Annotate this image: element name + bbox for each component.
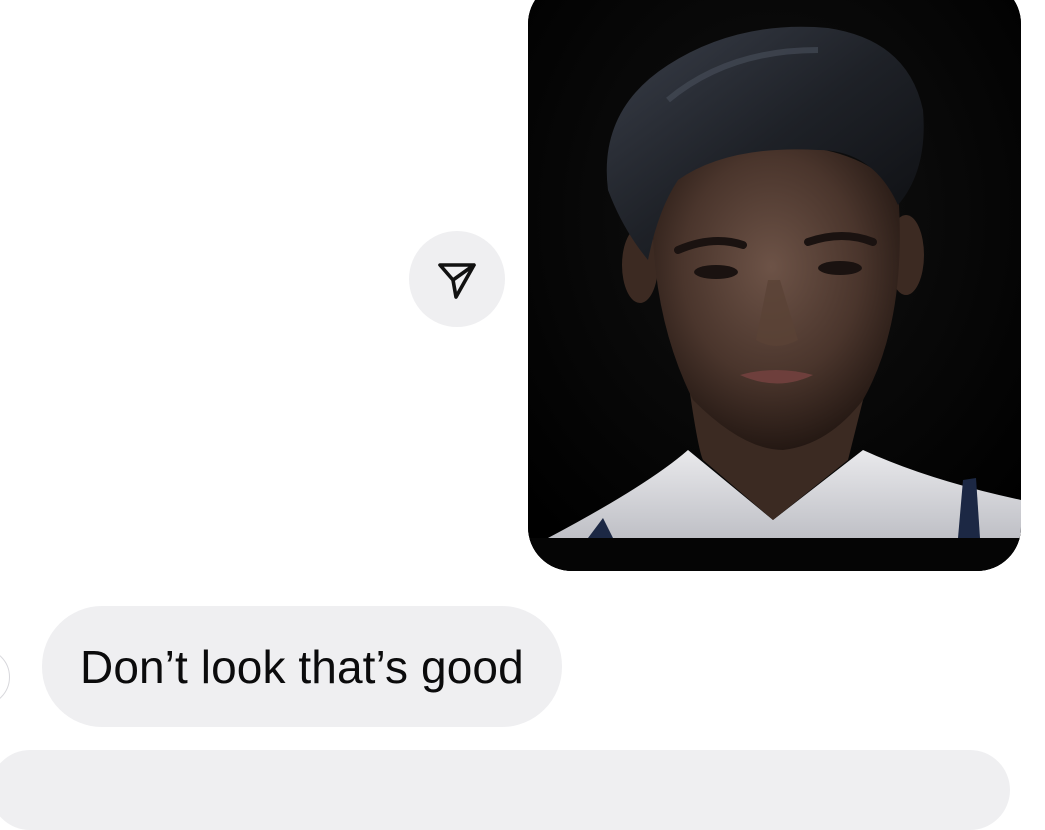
message-composer[interactable] <box>0 750 1010 830</box>
message-bubble[interactable]: Don’t look that’s good <box>42 606 562 727</box>
message-thread: Don’t look that’s good <box>0 0 1045 830</box>
message-text: Don’t look that’s good <box>80 640 524 693</box>
portrait-photo <box>528 0 1021 571</box>
share-button[interactable] <box>409 231 505 327</box>
avatar[interactable] <box>0 648 10 706</box>
shared-photo-message[interactable] <box>528 0 1021 571</box>
paper-plane-icon <box>438 263 476 299</box>
